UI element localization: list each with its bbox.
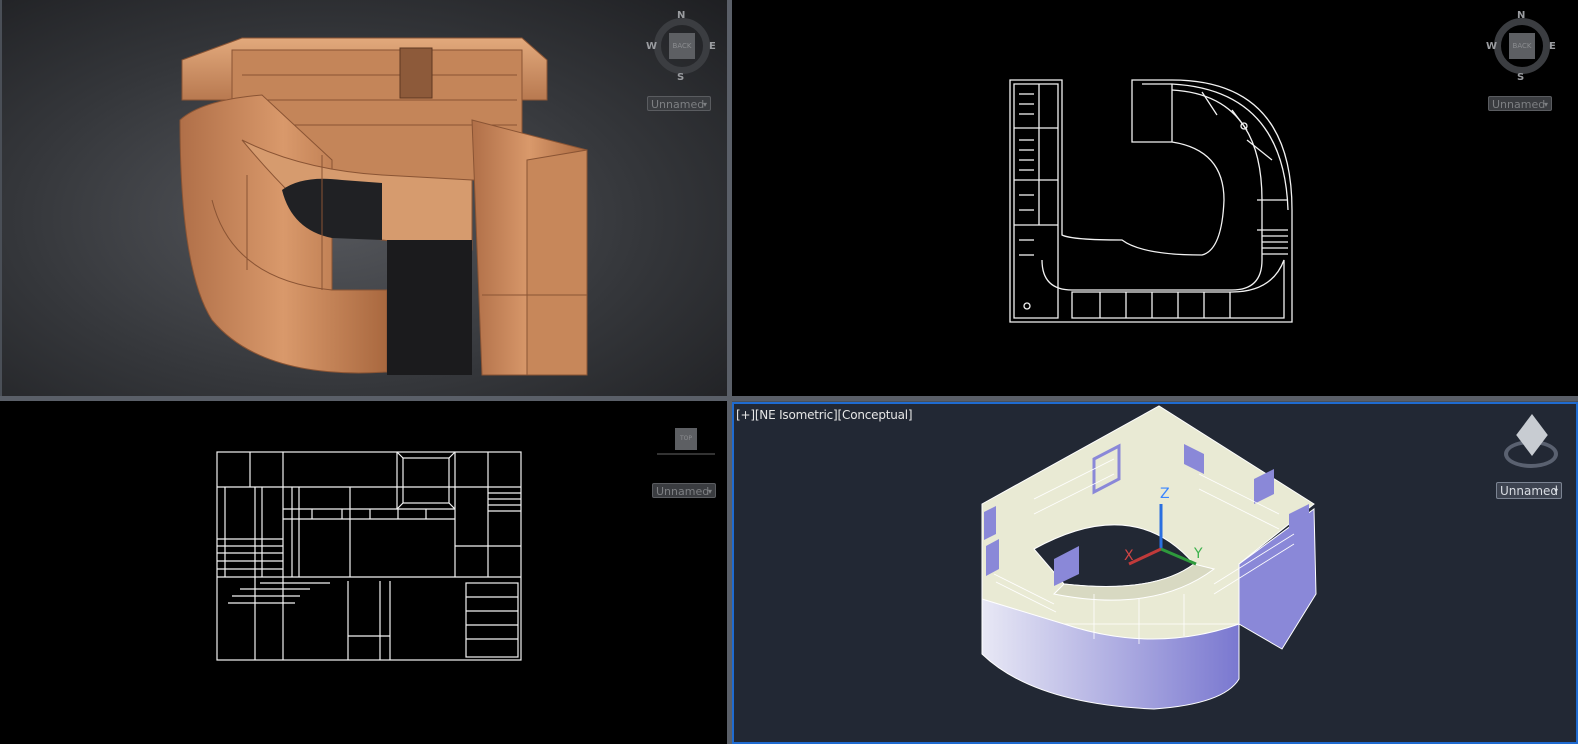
viewport-isometric[interactable]: [+][NE Isometric][Conceptual] Z X Y Unna…: [732, 402, 1578, 744]
ucs-x-label: X: [1124, 548, 1134, 564]
ucs-y-label: Y: [1194, 546, 1203, 562]
isometric-conceptual-model: [981, 405, 1317, 710]
named-view-dropdown[interactable]: Unnamed ▾: [1496, 482, 1562, 499]
viewport-elevation[interactable]: TOP Unnamed ▾: [0, 401, 727, 744]
compass-north[interactable]: N: [1517, 10, 1525, 21]
chevron-down-icon: ▾: [1553, 486, 1558, 495]
chevron-down-icon: ▾: [702, 100, 707, 109]
compass-west[interactable]: W: [646, 41, 657, 52]
plan-wireframe: [1009, 79, 1293, 323]
elevation-wireframe: [216, 451, 522, 661]
ucs-z-label: Z: [1160, 486, 1170, 502]
viewport-rendered[interactable]: BACK N S E W Unnamed ▾: [2, 0, 727, 396]
named-view-value: Unnamed: [651, 98, 705, 111]
viewcube-compass[interactable]: BACK N S E W: [646, 10, 718, 83]
viewcube-face[interactable]: BACK: [669, 33, 695, 59]
compass-south[interactable]: S: [1517, 72, 1524, 83]
viewcube-top[interactable]: TOP: [675, 428, 697, 450]
viewcube-base: [657, 453, 715, 455]
compass-north[interactable]: N: [677, 10, 685, 21]
vertical-splitter[interactable]: [727, 0, 732, 744]
compass-east[interactable]: E: [709, 41, 716, 52]
chevron-down-icon: ▾: [1543, 100, 1548, 109]
named-view-dropdown[interactable]: Unnamed ▾: [652, 483, 716, 498]
rendered-reception-desk: [179, 37, 588, 376]
viewcube-iso[interactable]: [1504, 414, 1558, 468]
named-view-value: Unnamed: [656, 485, 710, 498]
viewcube-compass[interactable]: BACK N S E W: [1486, 10, 1558, 83]
viewcube-face[interactable]: BACK: [1509, 33, 1535, 59]
compass-east[interactable]: E: [1549, 41, 1556, 52]
named-view-value: Unnamed: [1492, 98, 1546, 111]
named-view-value: Unnamed: [1500, 484, 1559, 498]
horizontal-splitter[interactable]: [0, 396, 1578, 401]
named-view-dropdown[interactable]: Unnamed ▾: [647, 96, 711, 111]
compass-west[interactable]: W: [1486, 41, 1497, 52]
viewport-plan[interactable]: BACK N S E W Unnamed ▾: [732, 0, 1578, 396]
compass-south[interactable]: S: [677, 72, 684, 83]
viewcube-face-label: TOP: [679, 435, 692, 442]
named-view-dropdown[interactable]: Unnamed ▾: [1488, 96, 1552, 111]
chevron-down-icon: ▾: [707, 487, 712, 496]
